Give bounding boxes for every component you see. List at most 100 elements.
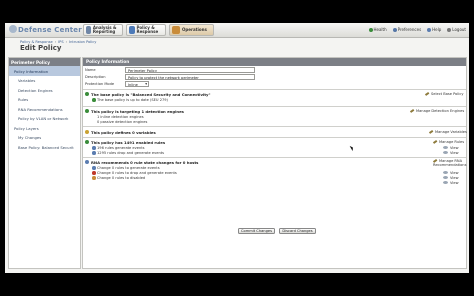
view-rna-generate-link[interactable]: View	[443, 171, 459, 175]
base-policy-title: The base policy is "Balanced Security an…	[91, 92, 211, 97]
variables-block: This policy defines 0 variables Manage V…	[83, 126, 467, 137]
drop-events-icon	[92, 151, 96, 155]
rules-generate-count: 196 rules generate events	[97, 146, 145, 150]
sidebar-item-policy-information[interactable]: Policy Information	[9, 66, 80, 76]
view-label: View	[450, 146, 459, 150]
preferences-label: Preferences	[397, 27, 422, 32]
health-link[interactable]: Health	[368, 27, 387, 32]
pencil-icon	[428, 129, 434, 134]
variables-title: This policy defines 0 variables	[91, 130, 156, 135]
view-label: View	[450, 171, 459, 175]
view-rna-disable-link[interactable]: View	[443, 181, 459, 185]
health-label: Health	[373, 27, 387, 32]
health-icon	[368, 28, 373, 32]
tab-label: Operations	[182, 26, 207, 32]
commit-changes-button[interactable]: Commit Changes	[238, 228, 275, 234]
name-input[interactable]: Perimeter Policy	[125, 67, 255, 73]
eye-icon	[443, 146, 448, 149]
detection-engines-title: This policy is targeting 1 detection eng…	[91, 109, 184, 114]
tab-analysis-reporting[interactable]: Analysis & Reporting	[83, 24, 123, 36]
sidebar-item-rules[interactable]: Rules	[9, 95, 80, 105]
rna-drop-change: Change 0 rules to drop and generate even…	[97, 171, 177, 175]
description-label: Description	[85, 75, 106, 79]
protection-mode-value: Inline	[128, 82, 138, 87]
manage-rules-link[interactable]: Manage Rules	[432, 139, 465, 144]
policy-main-panel: Policy Information Name Perimeter Policy…	[82, 57, 467, 269]
operations-icon	[172, 26, 180, 34]
view-drop-rules-link[interactable]: View	[443, 151, 459, 155]
preferences-link[interactable]: Preferences	[392, 27, 422, 32]
preferences-icon	[392, 28, 397, 32]
top-header: Defense Center Analysis & Reporting Poli…	[5, 23, 469, 38]
base-policy-block: The base policy is "Balanced Security an…	[83, 89, 466, 106]
passive-engines-count: 0 passive detection engines	[97, 120, 148, 124]
check-icon	[92, 98, 96, 102]
select-base-policy-link[interactable]: Select Base Policy	[424, 91, 464, 96]
sidebar-item-rna-recommendations[interactable]: RNA Recommendations	[9, 104, 80, 114]
tab-policy-response[interactable]: Policy & Response	[126, 24, 166, 36]
inline-engines-count: 1 inline detection engines	[97, 115, 144, 119]
check-icon	[85, 140, 89, 144]
description-input[interactable]: Policy to protect the network perimeter	[125, 74, 255, 80]
sidebar-item-variables[interactable]: Variables	[9, 76, 80, 86]
breadcrumb-item[interactable]: Intrusion Policy	[69, 40, 96, 44]
sidebar-item-policy-layers[interactable]: Policy Layers	[9, 123, 80, 133]
policy-sidebar: Perimeter Policy Policy Information Vari…	[8, 57, 81, 269]
help-icon	[427, 28, 432, 32]
view-label: View	[450, 176, 459, 180]
breadcrumb-bar: Policy & Response › IPS › Intrusion Policy E…	[5, 38, 469, 52]
eye-icon	[443, 176, 448, 179]
rna-generate-change: Change 0 rules to generate events	[97, 166, 160, 170]
pencil-icon	[432, 158, 438, 163]
manage-rna-recommendations-link[interactable]: Manage RNA Recommendations	[432, 158, 466, 167]
manage-rules-label: Manage Rules	[439, 140, 465, 144]
manage-detection-engines-label: Manage Detection Engines	[416, 109, 465, 113]
sidebar-item-policy-by-vlan[interactable]: Policy by VLAN or Network	[9, 114, 80, 124]
view-rna-drop-link[interactable]: View	[443, 176, 459, 180]
view-label: View	[450, 181, 459, 185]
rna-title: RNA recommends 0 rule state changes for …	[91, 160, 199, 165]
tab-label: Policy & Response	[136, 24, 159, 34]
logout-icon	[447, 28, 452, 32]
discard-changes-button[interactable]: Discard Changes	[279, 228, 316, 234]
section-header: Policy Information	[83, 58, 466, 66]
chevron-down-icon: ▾	[145, 82, 147, 86]
eye-icon	[443, 151, 448, 154]
top-links: Health Preferences Help Logout	[368, 27, 466, 32]
select-base-policy-label: Select Base Policy	[431, 92, 464, 96]
view-label: View	[450, 151, 459, 155]
rules-block: This policy has 1491 enabled rules 196 r…	[83, 137, 466, 157]
generate-events-icon	[92, 146, 96, 150]
sidebar-item-my-changes[interactable]: My Changes	[9, 133, 80, 143]
manage-variables-label: Manage Variables	[435, 130, 467, 134]
policy-icon	[129, 26, 135, 34]
manage-variables-link[interactable]: Manage Variables	[428, 129, 467, 134]
warning-icon	[85, 130, 89, 134]
rules-title: This policy has 1491 enabled rules	[91, 140, 166, 145]
eye-icon	[443, 171, 448, 174]
logout-link[interactable]: Logout	[447, 27, 466, 32]
name-label: Name	[85, 68, 96, 72]
sidebar-item-base-policy[interactable]: Base Policy: Balanced Securit	[9, 142, 80, 152]
protection-mode-select[interactable]: Inline ▾	[125, 81, 149, 87]
check-icon	[85, 109, 89, 113]
sidebar-item-detection-engines[interactable]: Detection Engines	[9, 85, 80, 95]
logout-label: Logout	[452, 27, 466, 32]
view-generate-rules-link[interactable]: View	[443, 146, 459, 150]
rna-disable-change: Change 0 rules to disabled	[97, 176, 146, 180]
tab-operations[interactable]: Operations	[169, 24, 214, 36]
check-icon	[85, 92, 89, 96]
eye-icon	[443, 181, 448, 184]
pencil-icon	[424, 91, 430, 96]
app-window: Defense Center Analysis & Reporting Poli…	[5, 23, 469, 273]
analysis-icon	[86, 26, 91, 34]
brand-name: Defense Center	[18, 26, 82, 34]
page-title: Edit Policy	[20, 44, 62, 52]
info-icon	[85, 160, 89, 164]
manage-detection-engines-link[interactable]: Manage Detection Engines	[409, 108, 465, 113]
rna-recommendations-block: RNA recommends 0 rule state changes for …	[83, 157, 466, 185]
drop-events-icon	[92, 171, 96, 175]
generate-events-icon	[92, 166, 96, 170]
sidebar-title: Perimeter Policy	[9, 58, 80, 66]
help-link[interactable]: Help	[427, 27, 441, 32]
